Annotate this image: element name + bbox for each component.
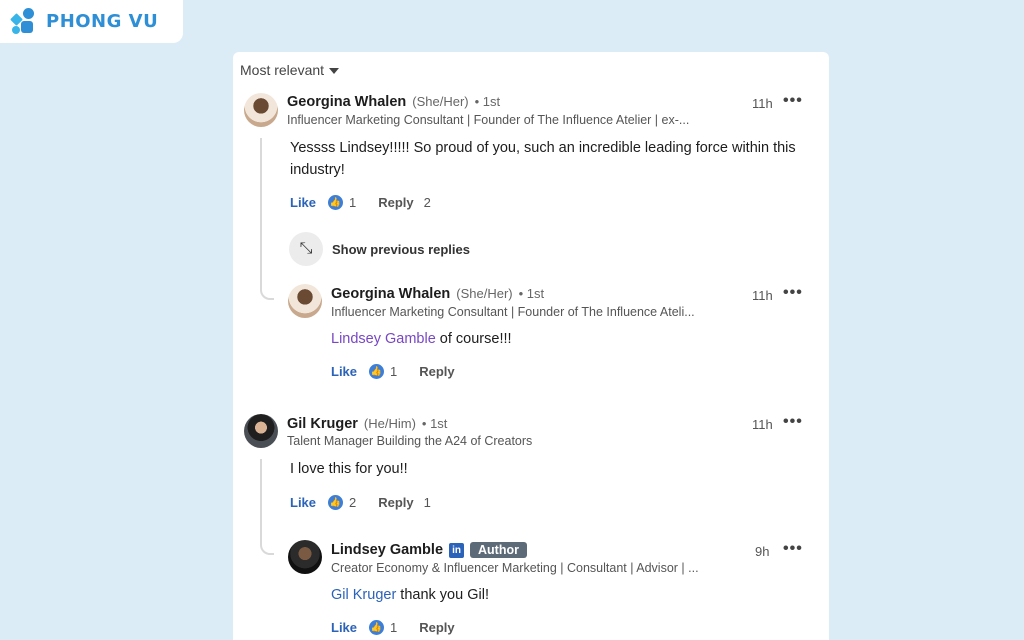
connection-degree: • 1st — [474, 94, 501, 109]
more-horizontal-icon[interactable]: ••• — [783, 284, 803, 302]
like-count[interactable]: 1 — [349, 195, 356, 210]
reply-button[interactable]: Reply — [378, 495, 413, 510]
mention-link[interactable]: Lindsey Gamble — [331, 331, 436, 347]
reply-time: 9h — [755, 544, 770, 559]
thumbs-up-icon: 👍 — [328, 195, 344, 210]
author-name[interactable]: Georgina Whalen — [331, 286, 450, 302]
avatar[interactable] — [244, 93, 278, 127]
connection-degree: • 1st — [421, 416, 448, 431]
comment-actions: Like 👍 2 Reply 1 — [290, 495, 431, 510]
author-pronouns: (She/Her) — [412, 94, 469, 109]
like-count[interactable]: 1 — [390, 364, 397, 379]
comment-time: 11h — [752, 417, 773, 432]
thumbs-up-icon: 👍 — [369, 620, 385, 635]
sort-dropdown[interactable]: Most relevant — [240, 62, 340, 78]
author-pronouns: (She/Her) — [456, 286, 513, 301]
author-badge: Author — [470, 542, 527, 558]
more-horizontal-icon[interactable]: ••• — [783, 92, 803, 110]
author-name[interactable]: Georgina Whalen — [287, 94, 406, 110]
caret-down-icon — [329, 67, 340, 74]
like-button[interactable]: Like — [290, 495, 316, 510]
author-name[interactable]: Gil Kruger — [287, 416, 358, 432]
linkedin-icon: in — [449, 542, 465, 558]
show-previous-label: Show previous replies — [332, 241, 470, 257]
avatar[interactable] — [288, 284, 322, 318]
comment-actions: Like 👍 1 Reply 2 — [290, 195, 431, 210]
brand-name: PHONG VU — [46, 11, 159, 32]
like-button[interactable]: Like — [290, 195, 316, 210]
thread-connector — [260, 541, 274, 555]
reply-text: Lindsey Gamble of course!!! — [331, 328, 512, 350]
author-name[interactable]: Lindsey Gamble — [331, 542, 443, 558]
more-horizontal-icon[interactable]: ••• — [783, 540, 803, 558]
reply-time: 11h — [752, 288, 773, 303]
thumbs-up-icon: 👍 — [369, 364, 385, 379]
reply-count: 2 — [423, 195, 431, 210]
reply-text: Gil Kruger thank you Gil! — [331, 584, 489, 606]
brand-mark-icon — [10, 7, 40, 36]
sort-label: Most relevant — [240, 62, 325, 78]
avatar[interactable] — [244, 414, 278, 448]
reply-text-body: thank you Gil! — [396, 587, 489, 603]
more-horizontal-icon[interactable]: ••• — [783, 413, 803, 431]
author-headline: Influencer Marketing Consultant | Founde… — [287, 113, 690, 127]
author-headline: Creator Economy & Influencer Marketing |… — [331, 561, 699, 575]
thread-connector — [260, 286, 274, 300]
reply-author: Georgina Whalen (She/Her) • 1st — [331, 286, 544, 302]
like-button[interactable]: Like — [331, 364, 357, 379]
brand-logo: PHONG VU — [0, 0, 183, 43]
author-headline: Influencer Marketing Consultant | Founde… — [331, 305, 695, 319]
like-count[interactable]: 2 — [349, 495, 356, 510]
expand-arrows-icon[interactable]: ⤡ — [289, 232, 323, 266]
avatar[interactable] — [288, 540, 322, 574]
like-button[interactable]: Like — [331, 620, 357, 635]
show-previous-replies[interactable]: ⤡ Show previous replies — [289, 232, 470, 266]
comment-time: 11h — [752, 96, 773, 111]
reply-author: Lindsey Gamble in Author — [331, 542, 527, 558]
connection-degree: • 1st — [518, 286, 545, 301]
reply-button[interactable]: Reply — [419, 620, 454, 635]
thumbs-up-icon: 👍 — [328, 495, 344, 510]
author-headline: Talent Manager Building the A24 of Creat… — [287, 434, 533, 448]
reply-text-body: of course!!! — [435, 331, 512, 347]
reply-button[interactable]: Reply — [378, 195, 413, 210]
thread-line — [260, 459, 262, 543]
like-count[interactable]: 1 — [390, 620, 397, 635]
comment-text: I love this for you!! — [290, 461, 408, 477]
mention-link[interactable]: Gil Kruger — [331, 587, 396, 603]
reply-actions: Like 👍 1 Reply — [331, 620, 455, 635]
reply-actions: Like 👍 1 Reply — [331, 364, 455, 379]
comment-text: Yessss Lindsey!!!!! So proud of you, suc… — [290, 140, 796, 178]
comment-author: Gil Kruger (He/Him) • 1st — [287, 416, 447, 432]
comments-panel: Most relevant Georgina Whalen (She/Her) … — [233, 52, 829, 640]
reply-count: 1 — [423, 495, 431, 510]
thread-line — [260, 138, 262, 288]
comment-author: Georgina Whalen (She/Her) • 1st — [287, 94, 500, 110]
reply-button[interactable]: Reply — [419, 364, 454, 379]
author-pronouns: (He/Him) — [363, 416, 416, 431]
